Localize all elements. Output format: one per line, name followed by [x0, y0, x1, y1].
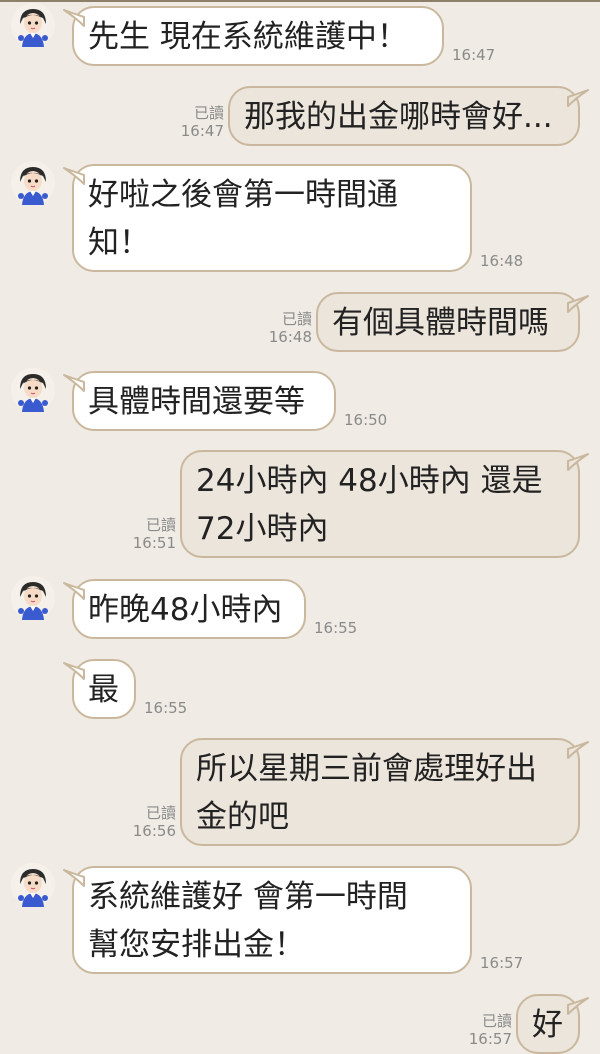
- incoming-message-bubble[interactable]: 具體時間還要等: [72, 371, 336, 431]
- message-meta: 已讀 16:48: [264, 310, 312, 346]
- outgoing-message-bubble[interactable]: 24小時內 48小時內 還是 72小時內: [180, 450, 580, 558]
- bubble-tail: [567, 997, 589, 1015]
- message-text-line: 好啦之後會第一時間通: [88, 177, 398, 213]
- bubble-tail: [63, 582, 85, 600]
- message-text-line: 金的吧: [196, 799, 289, 835]
- message-text-line: 具體時間還要等: [88, 384, 305, 420]
- agent-avatar-icon[interactable]: [10, 862, 56, 908]
- incoming-message-bubble[interactable]: 好啦之後會第一時間通 知！: [72, 164, 472, 272]
- agent-avatar-icon[interactable]: [10, 2, 56, 48]
- message-text-line: 最: [88, 672, 119, 708]
- message-text-line: 系統維護好 會第一時間: [88, 879, 408, 915]
- read-receipt: 已讀: [281, 310, 312, 328]
- message-text-line: 幫您安排出金！: [88, 927, 305, 963]
- message-meta: 已讀 16:57: [464, 1012, 512, 1048]
- message-text-line: 昨晚48小時內: [88, 592, 283, 628]
- outgoing-message-bubble[interactable]: 所以星期三前會處理好出 金的吧: [180, 738, 580, 846]
- message-timestamp: 16:55: [314, 619, 358, 637]
- message-text-line: 先生 現在系統維護中！: [88, 19, 408, 55]
- message-timestamp: 16:57: [480, 954, 524, 972]
- incoming-message-bubble[interactable]: 系統維護好 會第一時間 幫您安排出金！: [72, 866, 472, 974]
- bubble-tail: [63, 869, 85, 887]
- bubble-tail: [63, 374, 85, 392]
- message-text-line: 72小時內: [196, 511, 329, 547]
- message-timestamp: 16:57: [468, 1030, 512, 1048]
- read-receipt: 已讀: [481, 1012, 512, 1030]
- read-receipt: 已讀: [145, 516, 176, 534]
- message-timestamp: 16:56: [132, 822, 176, 840]
- incoming-message-bubble[interactable]: 先生 現在系統維護中！: [72, 6, 444, 66]
- bubble-tail: [567, 741, 589, 759]
- agent-avatar-icon[interactable]: [10, 160, 56, 206]
- message-meta: 已讀 16:51: [128, 516, 176, 552]
- bubble-tail: [63, 9, 85, 27]
- message-text-line: 知！: [88, 225, 150, 261]
- message-text-line: 好: [532, 1007, 563, 1043]
- message-text-line: 24小時內 48小時內 還是: [196, 463, 543, 499]
- message-timestamp: 16:47: [180, 122, 224, 140]
- outgoing-message-bubble[interactable]: 有個具體時間嗎: [316, 292, 580, 352]
- message-timestamp: 16:55: [144, 699, 188, 717]
- outgoing-message-bubble[interactable]: 那我的出金哪時會好...: [228, 86, 580, 146]
- agent-avatar-icon[interactable]: [10, 367, 56, 413]
- incoming-message-bubble[interactable]: 昨晚48小時內: [72, 579, 306, 639]
- message-meta: 已讀 16:47: [176, 104, 224, 140]
- bubble-tail: [567, 295, 589, 313]
- message-text-line: 所以星期三前會處理好出: [196, 751, 537, 787]
- read-receipt: 已讀: [193, 104, 224, 122]
- top-border: [0, 0, 600, 2]
- message-timestamp: 16:51: [132, 534, 176, 552]
- message-timestamp: 16:48: [480, 252, 524, 270]
- bubble-tail: [567, 453, 589, 471]
- message-text-line: 有個具體時間嗎: [332, 305, 549, 341]
- message-timestamp: 16:47: [452, 46, 496, 64]
- message-timestamp: 16:50: [344, 411, 388, 429]
- agent-avatar-icon[interactable]: [10, 575, 56, 621]
- message-meta: 已讀 16:56: [128, 804, 176, 840]
- message-timestamp: 16:48: [268, 328, 312, 346]
- bubble-tail: [63, 167, 85, 185]
- bubble-tail: [63, 662, 85, 680]
- message-text-line: 那我的出金哪時會好...: [244, 99, 553, 135]
- bubble-tail: [567, 89, 589, 107]
- read-receipt: 已讀: [145, 804, 176, 822]
